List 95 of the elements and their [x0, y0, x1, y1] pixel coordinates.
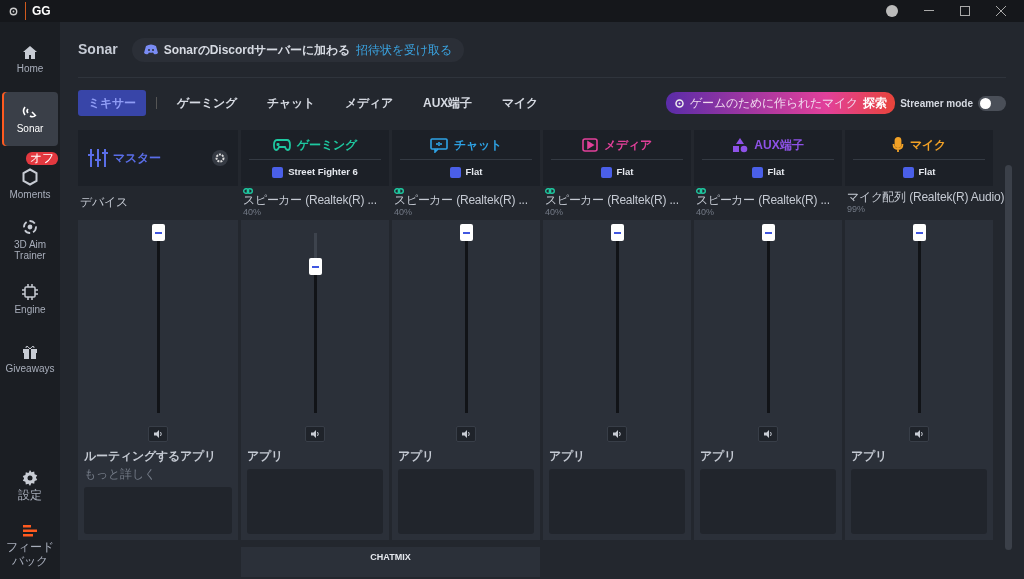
preset-name[interactable]: Flat: [767, 165, 785, 180]
discord-icon: [143, 44, 158, 55]
crosshair-icon: [21, 217, 39, 236]
apps-label: アプリ: [851, 448, 887, 465]
shapes-icon: [732, 137, 749, 153]
preset-icon: [272, 166, 284, 178]
tab[interactable]: メディア: [335, 90, 403, 116]
speaker-button[interactable]: [909, 426, 929, 442]
close-icon[interactable]: [996, 6, 1006, 16]
preset-name[interactable]: Flat: [918, 165, 936, 180]
channel-title: メディア: [604, 137, 652, 154]
apps-label: アプリ: [549, 448, 585, 465]
chat-icon: [430, 137, 448, 153]
apps-label: アプリ: [700, 448, 736, 465]
microphone-icon: [892, 137, 904, 153]
tab[interactable]: ゲーミング: [167, 90, 247, 116]
sidebar-item[interactable]: 3D Aim Trainer: [2, 212, 58, 266]
speaker-icon: [612, 430, 622, 438]
preset-name[interactable]: Flat: [616, 165, 634, 180]
tab[interactable]: チャット: [257, 90, 325, 116]
speaker-button[interactable]: [305, 426, 325, 442]
speaker-button[interactable]: [758, 426, 778, 442]
equalizer-icon: [88, 148, 108, 168]
slider-thumb[interactable]: [308, 258, 322, 276]
sidebar-item[interactable]: Sonar: [2, 92, 58, 146]
off-badge: オフ: [26, 152, 58, 166]
play-icon: [582, 138, 598, 152]
discord-text: SonarのDiscordサーバーに加わる: [163, 41, 351, 59]
device-name[interactable]: スピーカー (Realtek(R) ...: [545, 194, 679, 208]
avatar-icon[interactable]: [886, 5, 898, 17]
sidebar-item[interactable]: 設定: [2, 459, 58, 513]
preset-icon: [449, 166, 461, 178]
speaker-button[interactable]: [607, 426, 627, 442]
minimize-icon[interactable]: [924, 10, 934, 12]
volume-percent: 40%: [243, 207, 261, 218]
streamer-mode-label: Streamer mode: [900, 96, 973, 111]
channel-title: ゲーミング: [297, 137, 357, 154]
preset-icon: [600, 166, 612, 178]
channel-title: AUX端子: [754, 137, 804, 154]
volume-percent: 40%: [696, 207, 714, 218]
speaker-icon: [461, 430, 471, 438]
slider-thumb[interactable]: [912, 224, 926, 241]
chip-icon: [21, 283, 39, 301]
preset-icon: [902, 166, 914, 178]
speaker-icon: [153, 430, 163, 438]
device-name[interactable]: スピーカー (Realtek(R) ...: [696, 194, 830, 208]
speaker-icon: [763, 430, 773, 438]
logo-icon: [674, 97, 686, 109]
channel-title: マスター: [113, 150, 161, 167]
chatmix-label: CHATMIX: [370, 551, 411, 562]
channel-title: チャット: [454, 137, 502, 154]
app-logo-icon: [8, 5, 19, 17]
invite-link[interactable]: 招待状を受け取る: [356, 40, 453, 59]
volume-percent: 40%: [394, 207, 412, 218]
preset-icon: [751, 166, 763, 178]
app-name: GG: [25, 2, 51, 20]
slider-thumb[interactable]: [459, 224, 473, 241]
sidebar-item[interactable]: Home: [2, 32, 58, 86]
sidebar-item[interactable]: Engine: [2, 272, 58, 326]
hexagon-icon: [22, 168, 38, 186]
explore-label: 探索: [863, 95, 888, 112]
volume-percent: 99%: [847, 204, 865, 215]
promo-text: ゲームのために作られたマイク: [690, 95, 859, 112]
apps-label: ルーティングするアプリ: [84, 448, 216, 465]
scrollbar[interactable]: [1005, 165, 1012, 550]
channel-title: マイク: [910, 137, 946, 154]
speaker-icon: [914, 430, 924, 438]
page-title: Sonar: [78, 40, 118, 59]
apps-label: アプリ: [247, 448, 283, 465]
speaker-button[interactable]: [148, 426, 168, 442]
maximize-icon[interactable]: [960, 6, 970, 16]
apps-label: アプリ: [398, 448, 434, 465]
preset-name[interactable]: Street Fighter 6: [288, 165, 358, 180]
streamer-mode-toggle[interactable]: [978, 95, 1006, 111]
gamepad-icon: [273, 138, 291, 152]
slider-thumb[interactable]: [761, 224, 775, 241]
preset-name[interactable]: Flat: [465, 165, 483, 180]
device-label: デバイス: [80, 196, 128, 210]
speaker-button[interactable]: [456, 426, 476, 442]
speaker-icon: [310, 430, 320, 438]
gift-icon: [22, 344, 38, 360]
sidebar-item[interactable]: オフ Moments: [2, 152, 58, 206]
home-icon: [22, 44, 38, 60]
volume-percent: 40%: [545, 207, 563, 218]
tab[interactable]: マイク: [492, 90, 549, 116]
sidebar-item[interactable]: Giveaways: [2, 332, 58, 386]
tab[interactable]: AUX端子: [413, 90, 483, 116]
device-name[interactable]: スピーカー (Realtek(R) ...: [394, 194, 528, 208]
sidebar-item[interactable]: フィードバック: [2, 519, 58, 573]
device-name[interactable]: スピーカー (Realtek(R) ...: [243, 194, 377, 208]
promo-button[interactable]: ゲームのために作られたマイク 探索: [666, 92, 896, 114]
feedback-icon: [22, 524, 38, 539]
device-name[interactable]: マイク配列 (Realtek(R) Audio): [847, 191, 1005, 205]
slider-thumb[interactable]: [151, 224, 165, 241]
slider-thumb[interactable]: [610, 224, 624, 241]
